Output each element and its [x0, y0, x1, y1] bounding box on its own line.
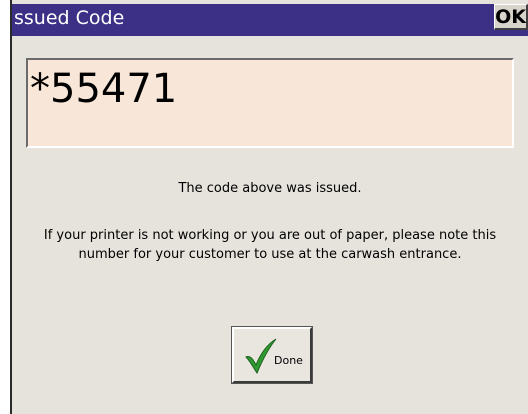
dialog-title: ssued Code — [14, 7, 125, 29]
ok-button[interactable]: OK — [494, 4, 528, 30]
issued-code-dialog: ssued Code OK *55471 The code above was … — [10, 0, 528, 414]
issued-code-value: *55471 — [30, 66, 178, 112]
done-button[interactable]: Done — [231, 326, 313, 384]
issued-code-field: *55471 — [26, 58, 514, 148]
done-button-label: Done — [274, 354, 303, 367]
title-bar: ssued Code OK — [12, 4, 528, 36]
printer-message: If your printer is not working or you ar… — [43, 228, 497, 262]
checkmark-icon — [245, 338, 277, 375]
issued-message: The code above was issued. — [178, 181, 362, 196]
